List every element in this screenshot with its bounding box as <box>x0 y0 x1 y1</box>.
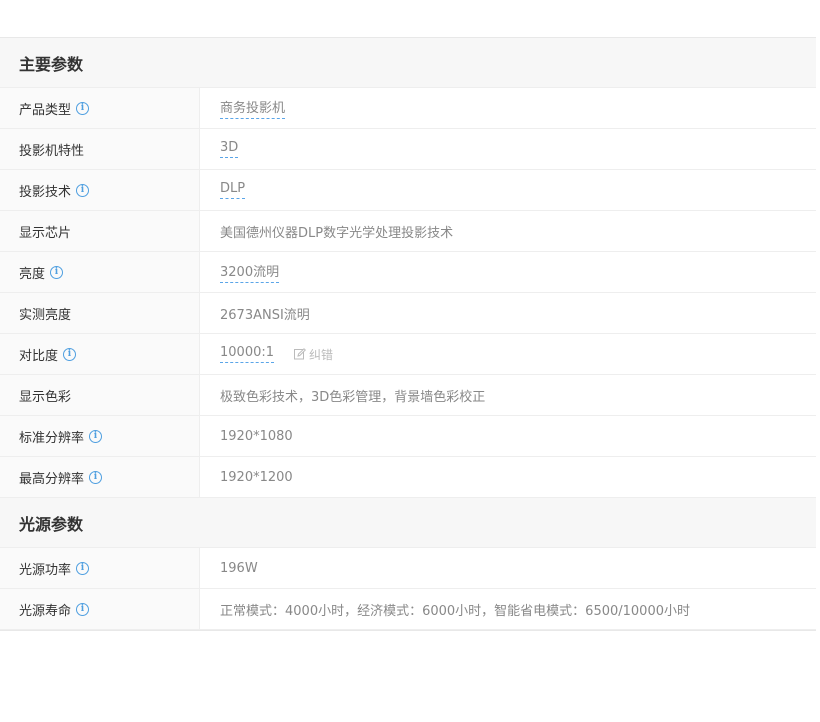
spec-value-cell: 商务投影机 <box>200 88 816 128</box>
spec-label-cell: 最高分辨率 i <box>0 457 200 497</box>
spec-label: 标准分辨率 <box>19 430 85 446</box>
spec-value: 2673ANSI流明 <box>220 307 310 323</box>
spec-row-contrast: 对比度 i 10000:1 纠错 <box>0 334 816 375</box>
spec-row-product-type: 产品类型 i 商务投影机 <box>0 88 816 129</box>
spec-label-cell: 光源寿命 i <box>0 589 200 629</box>
spec-label-cell: 产品类型 i <box>0 88 200 128</box>
spec-value-cell: 正常模式：4000小时，经济模式：6000小时，智能省电模式：6500/1000… <box>200 589 816 629</box>
spec-row-light-power: 光源功率 i 196W <box>0 548 816 589</box>
spec-value: 1920*1200 <box>220 469 293 485</box>
spec-value-link[interactable]: 10000:1 <box>220 345 275 363</box>
spec-page: 主要参数 产品类型 i 商务投影机 投影机特性 3D 投影技术 i DLP 显示… <box>0 0 820 722</box>
spec-label-cell: 标准分辨率 i <box>0 416 200 456</box>
section-title: 主要参数 <box>19 54 84 74</box>
spec-label: 显示芯片 <box>19 225 72 241</box>
spec-row-projection-tech: 投影技术 i DLP <box>0 170 816 211</box>
section-header-main: 主要参数 <box>0 38 816 88</box>
spec-value-cell: 1920*1200 <box>200 457 816 497</box>
info-icon[interactable]: i <box>89 429 103 443</box>
spec-label-cell: 实测亮度 <box>0 293 200 333</box>
spec-label: 投影机特性 <box>19 143 85 159</box>
correction-link[interactable]: 纠错 <box>294 346 333 363</box>
spec-value-cell: 3200流明 <box>200 252 816 292</box>
spec-row-brightness: 亮度 i 3200流明 <box>0 252 816 293</box>
spec-value: 196W <box>220 560 258 576</box>
spec-value: 正常模式：4000小时，经济模式：6000小时，智能省电模式：6500/1000… <box>220 603 690 619</box>
spec-value-cell: 1920*1080 <box>200 416 816 456</box>
spec-label: 光源寿命 <box>19 603 72 619</box>
info-icon[interactable]: i <box>89 470 103 484</box>
info-icon[interactable]: i <box>76 561 90 575</box>
spec-label: 实测亮度 <box>19 307 72 323</box>
spec-label: 产品类型 <box>19 102 72 118</box>
spec-value-link[interactable]: DLP <box>220 181 246 199</box>
spec-label-cell: 显示色彩 <box>0 375 200 415</box>
spec-label-cell: 对比度 i <box>0 334 200 374</box>
spec-table: 主要参数 产品类型 i 商务投影机 投影机特性 3D 投影技术 i DLP 显示… <box>0 38 816 631</box>
spec-label: 显示色彩 <box>19 389 72 405</box>
spec-value-cell: 10000:1 纠错 <box>200 334 816 374</box>
spec-row-standard-resolution: 标准分辨率 i 1920*1080 <box>0 416 816 457</box>
spec-label-cell: 亮度 i <box>0 252 200 292</box>
edit-icon <box>294 348 307 360</box>
spec-value-link[interactable]: 3200流明 <box>220 261 280 283</box>
spec-label: 对比度 <box>19 348 59 364</box>
info-icon[interactable]: i <box>76 183 90 197</box>
spec-value-cell: 极致色彩技术，3D色彩管理，背景墙色彩校正 <box>200 375 816 415</box>
spec-row-max-resolution: 最高分辨率 i 1920*1200 <box>0 457 816 498</box>
spec-label-cell: 光源功率 i <box>0 548 200 588</box>
spec-value: 极致色彩技术，3D色彩管理，背景墙色彩校正 <box>220 389 486 405</box>
bottom-divider <box>0 630 816 631</box>
spec-label: 投影技术 <box>19 184 72 200</box>
info-icon[interactable]: i <box>50 265 64 279</box>
spec-row-measured-brightness: 实测亮度 2673ANSI流明 <box>0 293 816 334</box>
spec-label: 光源功率 <box>19 562 72 578</box>
spec-label: 亮度 <box>19 266 46 282</box>
correction-label: 纠错 <box>309 347 334 362</box>
spec-label: 最高分辨率 <box>19 471 85 487</box>
spec-label-cell: 显示芯片 <box>0 211 200 251</box>
info-icon[interactable]: i <box>76 602 90 616</box>
spec-value-cell: 196W <box>200 548 816 588</box>
spec-value: 美国德州仪器DLP数字光学处理投影技术 <box>220 225 454 241</box>
spec-value-cell: DLP <box>200 170 816 210</box>
spec-row-display-color: 显示色彩 极致色彩技术，3D色彩管理，背景墙色彩校正 <box>0 375 816 416</box>
spec-value: 1920*1080 <box>220 428 293 444</box>
spec-row-light-life: 光源寿命 i 正常模式：4000小时，经济模式：6000小时，智能省电模式：65… <box>0 589 816 630</box>
info-icon[interactable]: i <box>63 347 77 361</box>
spec-value-cell: 美国德州仪器DLP数字光学处理投影技术 <box>200 211 816 251</box>
spec-row-display-chip: 显示芯片 美国德州仪器DLP数字光学处理投影技术 <box>0 211 816 252</box>
spec-value-cell: 3D <box>200 129 816 169</box>
section-header-light-source: 光源参数 <box>0 498 816 548</box>
info-icon[interactable]: i <box>76 101 90 115</box>
spec-label-cell: 投影机特性 <box>0 129 200 169</box>
spec-value-link[interactable]: 商务投影机 <box>220 97 286 119</box>
spec-value-cell: 2673ANSI流明 <box>200 293 816 333</box>
spec-value-link[interactable]: 3D <box>220 140 239 158</box>
section-title: 光源参数 <box>19 514 84 534</box>
spec-label-cell: 投影技术 i <box>0 170 200 210</box>
spec-row-projector-feature: 投影机特性 3D <box>0 129 816 170</box>
